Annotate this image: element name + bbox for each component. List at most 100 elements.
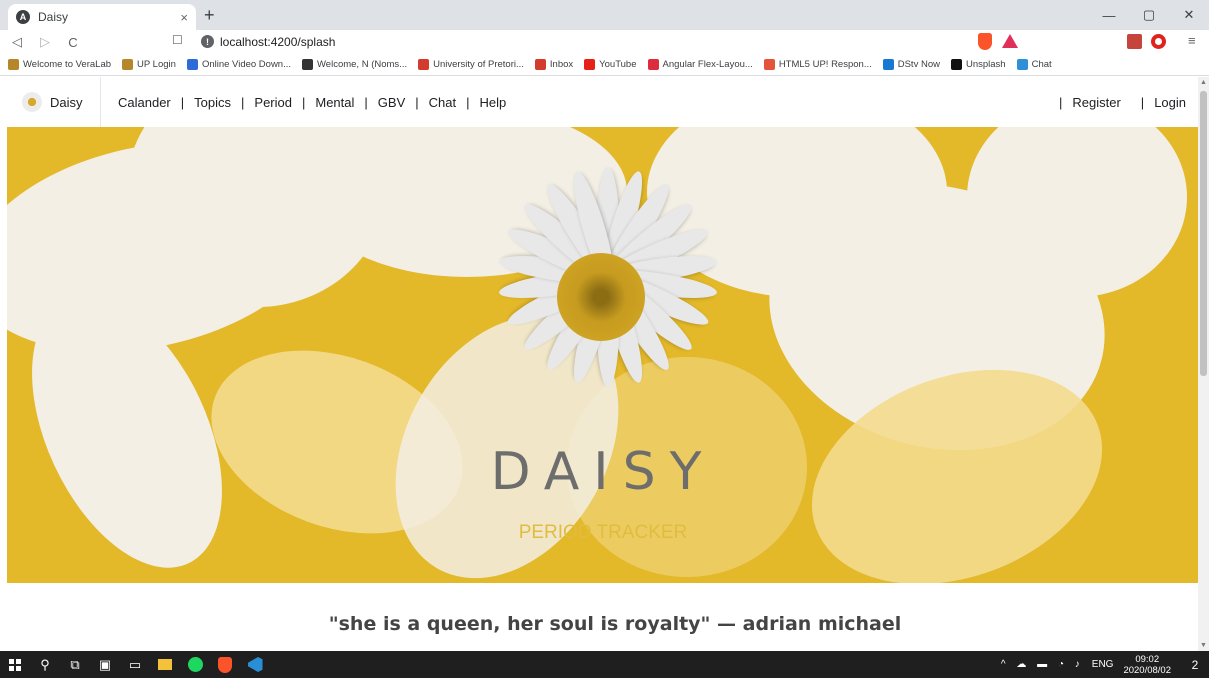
minimize-button[interactable]: —	[1089, 0, 1129, 30]
nav-separator: |	[1140, 94, 1145, 110]
nav-link-help[interactable]: Help	[480, 95, 507, 110]
bookmark-favicon-icon	[534, 59, 546, 70]
page-scrollbar[interactable]: ▲ ▼	[1198, 77, 1209, 651]
window-controls: — ▢ ✕	[1089, 0, 1209, 30]
nav-link-period[interactable]: Period	[254, 95, 292, 110]
hero-banner: DAISY PERIOD TRACKER	[7, 127, 1198, 583]
bookmark-favicon-icon	[122, 59, 134, 70]
bookmark-label: HTML5 UP! Respon...	[778, 59, 872, 70]
bookmark-label: Unsplash	[965, 59, 1006, 70]
bookmark-favicon-icon	[8, 59, 19, 70]
daisy-logo-icon	[22, 92, 42, 112]
bookmark-item[interactable]: Chat	[1016, 59, 1052, 70]
site-info-icon[interactable]: !	[201, 35, 214, 48]
bookmark-item[interactable]: Unsplash	[950, 59, 1006, 70]
bookmark-favicon-icon	[950, 59, 962, 70]
bookmark-item[interactable]: Angular Flex-Layou...	[647, 59, 753, 70]
search-icon[interactable]: ⚲	[30, 651, 60, 678]
photos-icon[interactable]: ▣	[90, 651, 120, 678]
hero-title: DAISY	[490, 442, 716, 502]
bookmark-label: Angular Flex-Layou...	[662, 59, 753, 70]
clock[interactable]: 09:02 2020/08/02	[1123, 654, 1171, 676]
browser-menu-icon[interactable]: ≡	[1188, 33, 1196, 48]
nav-separator: |	[301, 94, 306, 110]
terminal-icon[interactable]: ▭	[120, 651, 150, 678]
bookmark-label: DStv Now	[897, 59, 940, 70]
bookmark-item[interactable]: Online Video Down...	[186, 59, 292, 70]
bookmark-label: Chat	[1031, 59, 1052, 70]
page-viewport: Daisy Calander | Topics | Period | Mental | GBV |…	[0, 77, 1209, 651]
bookmark-item[interactable]: DStv Now	[882, 59, 940, 70]
bookmark-favicon-icon	[302, 59, 314, 70]
scroll-down-icon[interactable]: ▼	[1200, 642, 1207, 649]
browser-tab-bar: A Daisy × + — ▢ ✕	[0, 0, 1209, 30]
clock-time: 09:02	[1135, 653, 1160, 665]
close-window-button[interactable]: ✕	[1169, 0, 1209, 30]
task-view-icon[interactable]: ⧉	[60, 651, 90, 678]
bookmark-label: Inbox	[549, 59, 574, 70]
brave-shield-icon[interactable]	[978, 33, 992, 50]
system-tray: ^ ☁ ▬ ◔ ♪ ENG 09:02 2020/08/02 2	[1001, 651, 1209, 678]
bookmark-label: Welcome to VeraLab	[23, 59, 112, 70]
language-indicator[interactable]: ENG	[1092, 659, 1114, 670]
back-button[interactable]: ◁	[6, 34, 28, 50]
tray-icons[interactable]: ^ ☁ ▬ ◔ ♪	[1001, 659, 1084, 670]
vscode-icon[interactable]	[240, 651, 270, 678]
nav-separator: |	[180, 94, 185, 110]
login-link[interactable]: Login	[1154, 95, 1186, 110]
reload-button[interactable]: C	[62, 35, 84, 50]
brave-browser-icon[interactable]	[210, 651, 240, 678]
windows-taskbar: ⚲ ⧉ ▣ ▭ ^ ☁ ▬ ◔ ♪ ENG 09:02 2020/08/02 2	[0, 651, 1209, 678]
nav-link-topics[interactable]: Topics	[194, 95, 231, 110]
brand-name: Daisy	[50, 94, 83, 110]
file-explorer-icon[interactable]	[150, 651, 180, 678]
bookmark-favicon-icon	[418, 59, 430, 70]
browser-tab[interactable]: A Daisy ×	[8, 4, 196, 30]
tab-title: Daisy	[38, 10, 69, 24]
site-navbar: Daisy Calander | Topics | Period | Mental | GBV |…	[0, 77, 1198, 127]
bookmark-item[interactable]: YouTube	[584, 59, 637, 70]
bookmark-favicon-icon	[763, 59, 775, 70]
bookmark-item[interactable]: Welcome, N (Noms...	[302, 59, 407, 70]
nav-link-mental[interactable]: Mental	[315, 95, 354, 110]
forward-button[interactable]: ▷	[34, 34, 56, 50]
bookmark-label: Online Video Down...	[201, 59, 292, 70]
bookmark-item[interactable]: University of Pretori...	[418, 59, 524, 70]
address-bar[interactable]: localhost:4200/splash	[220, 35, 335, 49]
nav-separator: |	[1058, 94, 1063, 110]
nav-separator: |	[241, 94, 245, 110]
clock-date: 2020/08/02	[1123, 664, 1171, 676]
spotify-icon[interactable]	[180, 651, 210, 678]
quote-text: "she is a queen, her soul is royalty" — …	[328, 613, 902, 635]
bookmark-favicon-icon	[584, 59, 596, 70]
brave-rewards-icon[interactable]	[1002, 34, 1018, 48]
nav-link-gbv[interactable]: GBV	[378, 95, 405, 110]
maximize-button[interactable]: ▢	[1129, 0, 1169, 30]
bookmark-item[interactable]: Welcome to VeraLab	[8, 59, 111, 70]
bookmark-item[interactable]: HTML5 UP! Respon...	[763, 59, 872, 70]
bookmark-label: UP Login	[137, 59, 176, 70]
bookmark-item[interactable]: Inbox	[534, 59, 574, 70]
nav-separator: |	[466, 94, 470, 110]
new-tab-button[interactable]: +	[204, 4, 215, 26]
register-link[interactable]: Register	[1072, 95, 1120, 110]
nav-link-calander[interactable]: Calander	[118, 95, 171, 110]
brand[interactable]: Daisy	[0, 77, 101, 127]
opera-extension-icon[interactable]	[1151, 34, 1166, 49]
tab-close-icon[interactable]: ×	[180, 10, 188, 25]
nav-links: Calander | Topics | Period | Mental | GBV | Chat | H…	[101, 95, 506, 110]
scroll-thumb[interactable]	[1200, 91, 1207, 376]
nav-link-chat[interactable]: Chat	[429, 95, 456, 110]
hero-subtitle: PERIOD TRACKER	[518, 522, 688, 543]
bookmarks-bar: Welcome to VeraLab UP Login Online Video D…	[0, 54, 1209, 76]
start-button[interactable]	[0, 651, 30, 678]
bookmark-item[interactable]: UP Login	[122, 59, 176, 70]
windows-logo-icon	[9, 658, 21, 671]
daisy-center	[557, 253, 645, 341]
bookmark-icon[interactable]: ☐	[172, 33, 183, 47]
scroll-up-icon[interactable]: ▲	[1200, 79, 1207, 86]
notifications-icon[interactable]: 2	[1181, 651, 1209, 678]
pdf-extension-icon[interactable]	[1127, 34, 1142, 49]
bookmark-label: University of Pretori...	[433, 59, 524, 70]
bookmark-label: YouTube	[599, 59, 637, 70]
